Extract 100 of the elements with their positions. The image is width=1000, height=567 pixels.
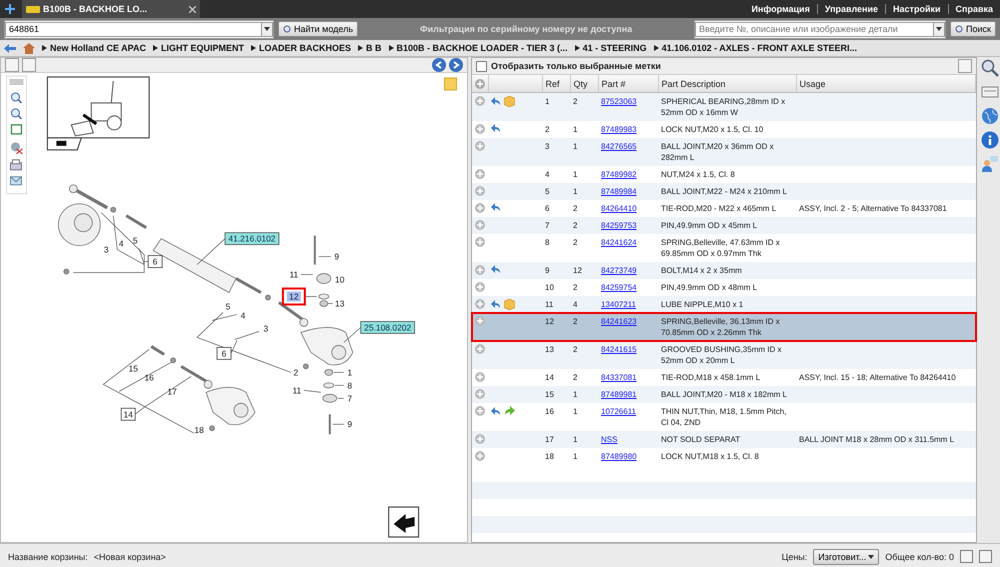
table-row[interactable]: 11 4 13407211 LUBE NIPPLE,M10 x 1 <box>472 296 976 313</box>
callout-number[interactable]: 15 <box>128 363 138 374</box>
note-icon[interactable] <box>444 78 458 90</box>
overview-thumbnail[interactable] <box>46 76 150 150</box>
user-chat-icon[interactable] <box>981 155 1000 173</box>
part-number-link[interactable]: NSS <box>601 435 618 444</box>
menu-link[interactable]: Справка <box>948 4 1000 14</box>
part-number-link[interactable]: 87489983 <box>601 125 637 134</box>
back-arrow-icon[interactable] <box>491 265 501 274</box>
mail-icon[interactable] <box>10 176 22 186</box>
table-row[interactable]: 16 1 10726611 THIN NUT,Thin, M18, 1.5mm Pitch, Cl 04, ZND <box>472 403 976 431</box>
column-header[interactable]: Ref <box>542 75 570 92</box>
column-header[interactable]: Usage <box>796 75 976 92</box>
search-button[interactable]: Поиск <box>950 21 996 37</box>
back-icon[interactable] <box>4 44 16 52</box>
add-part-icon[interactable] <box>475 406 485 416</box>
column-header[interactable]: Qty <box>570 75 598 92</box>
part-number-link[interactable]: 84241615 <box>601 345 637 354</box>
callout-number[interactable]: 16 <box>144 372 154 382</box>
add-part-icon[interactable] <box>475 237 485 247</box>
box-icon[interactable] <box>504 299 515 310</box>
part-number-link[interactable]: 84276565 <box>601 142 637 151</box>
callout-number[interactable]: 18 <box>194 425 204 436</box>
callout-number[interactable]: 11 <box>292 385 302 396</box>
callout-number[interactable]: 8 <box>347 380 352 390</box>
breadcrumb-link[interactable]: New Holland CE APAC <box>42 43 146 53</box>
part-number-link[interactable]: 84259754 <box>601 283 637 292</box>
add-part-icon[interactable] <box>475 265 485 275</box>
reference-label[interactable]: 25.108.0202 <box>360 321 416 334</box>
add-part-icon[interactable] <box>475 282 485 292</box>
maximize-button[interactable] <box>979 550 992 563</box>
table-row[interactable]: 6 2 84264410 TIE-ROD,M20 - M22 x 465mm L ASSY, Incl. 2 - 5; Alternative To 84337081 <box>472 200 976 217</box>
callout-number[interactable]: 4 <box>118 238 124 249</box>
add-part-icon[interactable] <box>475 316 485 326</box>
table-row[interactable]: 7 2 84259753 PIN,49.9mm OD x 45mm L <box>472 217 976 234</box>
table-row[interactable]: 8 2 84241624 SPRING,Belleville, 47.63mm ID x 69.85mm OD x 0.97mm Thk <box>472 234 976 262</box>
add-part-icon[interactable] <box>475 344 485 354</box>
fit-icon[interactable] <box>10 124 22 134</box>
breadcrumb-link[interactable]: LIGHT EQUIPMENT <box>153 43 244 53</box>
callout-number[interactable]: 4 <box>240 310 246 320</box>
table-row[interactable]: 15 1 87489981 BALL JOINT,M20 - M18 x 182mm L <box>472 386 976 403</box>
callout-number[interactable]: 5 <box>226 302 230 312</box>
info-icon[interactable] <box>981 131 1000 149</box>
callout-number[interactable]: 10 <box>335 274 344 285</box>
callout-number[interactable]: 7 <box>347 393 352 404</box>
breadcrumb-link[interactable]: 41.106.0102 - AXLES - FRONT AXLE STEERI... <box>654 43 857 53</box>
add-part-icon[interactable] <box>475 389 485 399</box>
table-row[interactable]: 18 1 87489980 LOCK NUT,M18 x 1.5, Cl. 8 <box>472 448 976 465</box>
search-field[interactable]: Введите №, описание или изображение детали <box>695 22 934 36</box>
filter-checkbox[interactable] <box>476 60 487 72</box>
table-row[interactable]: 4 1 87489982 NUT,M24 x 1.5, Cl. 8 <box>472 166 976 183</box>
part-number-link[interactable]: 10726611 <box>601 407 636 416</box>
navigate-icon[interactable] <box>388 506 420 538</box>
model-field[interactable]: 648861 <box>5 22 262 36</box>
callout-box[interactable]: 6 <box>148 255 163 268</box>
callout-number[interactable]: 17 <box>167 386 177 396</box>
callout-box[interactable]: 14 <box>120 408 136 421</box>
add-tab-icon[interactable] <box>4 3 16 15</box>
restore-button[interactable] <box>960 550 973 563</box>
highlighted-callout[interactable]: 12 <box>282 288 306 306</box>
zoom-out-icon[interactable] <box>10 108 22 120</box>
menu-link[interactable]: Информация <box>744 4 817 14</box>
part-number-link[interactable]: 87489980 <box>601 452 637 461</box>
table-row[interactable]: 13 2 84241615 GROOVED BUSHING,35mm ID x 52mm OD x 20mm L <box>472 341 976 369</box>
close-icon[interactable] <box>189 6 196 12</box>
breadcrumb-link[interactable]: LOADER BACKHOES <box>251 43 352 53</box>
add-part-icon[interactable] <box>475 124 485 134</box>
add-part-icon[interactable] <box>475 96 485 106</box>
table-row[interactable]: 12 2 84241623 SPRING,Belleville, 36.13mm ID x 70.85mm OD x 2.26mm Thk <box>472 313 976 341</box>
table-row[interactable]: 1 2 87523063 SPHERICAL BEARING,28mm ID x 52mm OD x 16mm W <box>472 92 976 121</box>
clear-selection-icon[interactable] <box>10 142 23 154</box>
part-number-link[interactable]: 84241623 <box>601 317 637 326</box>
previous-icon[interactable] <box>432 58 446 72</box>
add-part-icon[interactable] <box>475 220 485 230</box>
add-part-icon[interactable] <box>475 186 485 196</box>
table-row[interactable]: 3 1 84276565 BALL JOINT,M20 x 36mm OD x 282mm L <box>472 138 976 166</box>
find-model-button[interactable]: Найти модель <box>278 21 358 37</box>
add-part-icon[interactable] <box>475 141 485 151</box>
box-icon[interactable] <box>504 96 515 107</box>
back-arrow-icon[interactable] <box>491 124 501 133</box>
add-part-icon[interactable] <box>475 203 485 213</box>
add-part-icon[interactable] <box>475 434 485 444</box>
part-number-link[interactable]: 87489982 <box>601 170 637 179</box>
print-icon[interactable] <box>10 159 22 170</box>
globe-icon[interactable] <box>981 107 1000 125</box>
part-number-link[interactable]: 84241624 <box>601 238 637 247</box>
column-header[interactable]: Part Description <box>658 75 796 92</box>
table-row[interactable]: 9 12 84273749 BOLT,M14 x 2 x 35mm <box>472 262 976 279</box>
callout-number[interactable]: 9 <box>347 419 352 430</box>
column-header[interactable]: Part # <box>598 75 658 92</box>
callout-number[interactable]: 1 <box>347 367 352 378</box>
table-row[interactable]: 10 2 84259754 PIN,49.9mm OD x 48mm L <box>472 279 976 296</box>
callout-number[interactable]: 5 <box>132 236 138 246</box>
callout-number[interactable]: 3 <box>104 244 109 255</box>
next-icon[interactable] <box>449 58 463 72</box>
callout-number[interactable]: 9 <box>334 252 340 262</box>
callout-number[interactable]: 13 <box>335 298 344 308</box>
callout-box[interactable]: 6 <box>216 347 232 360</box>
back-arrow-icon[interactable] <box>491 203 501 212</box>
forward-arrow-icon[interactable] <box>504 406 515 416</box>
